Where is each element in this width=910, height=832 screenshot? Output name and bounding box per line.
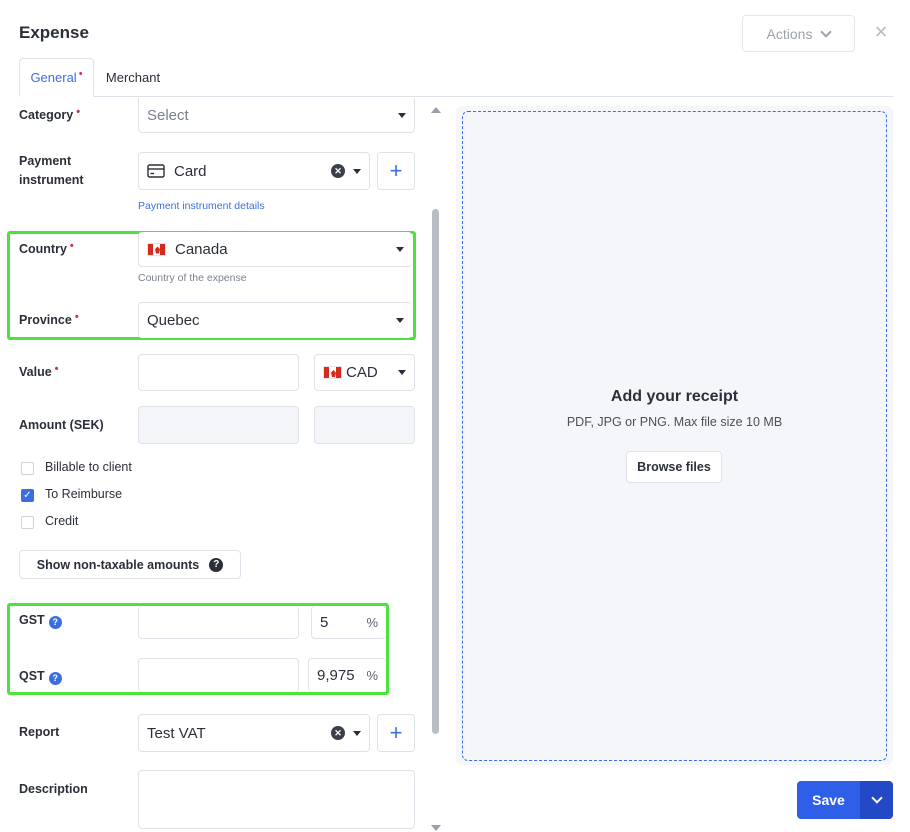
country-value: Canada	[175, 240, 228, 258]
check-icon: ✓	[23, 490, 32, 501]
currency-value: CAD	[346, 364, 378, 381]
description-textarea[interactable]	[138, 770, 415, 829]
payment-instrument-details-link[interactable]: Payment instrument details	[138, 200, 265, 212]
help-icon[interactable]: ?	[48, 672, 62, 685]
chevron-down-icon	[820, 25, 833, 38]
tabs-divider	[19, 96, 893, 97]
gst-rate: 5	[320, 613, 329, 631]
category-select[interactable]: Select	[138, 98, 415, 133]
show-non-taxable-button[interactable]: Show non-taxable amounts ?	[19, 550, 241, 579]
clear-icon[interactable]: ✕	[331, 726, 345, 740]
qst-label: QST?	[19, 667, 62, 686]
scroll-up-icon[interactable]	[431, 107, 441, 113]
close-icon[interactable]: ×	[871, 21, 891, 43]
tab-merchant[interactable]: Merchant	[96, 58, 170, 96]
caret-down-icon	[353, 730, 361, 736]
credit-checkbox[interactable]	[21, 516, 34, 529]
percent-unit: %	[366, 668, 378, 683]
amount-sek-label: Amount (SEK)	[19, 418, 104, 432]
currency-select[interactable]: CAD	[314, 354, 415, 391]
caret-down-icon	[396, 318, 404, 323]
to-reimburse-checkbox[interactable]: ✓	[21, 489, 34, 502]
help-icon[interactable]: ?	[48, 616, 62, 629]
description-label: Description	[19, 782, 88, 796]
canada-flag-icon	[147, 242, 166, 256]
province-label: Province •	[19, 311, 79, 327]
report-label: Report	[19, 725, 60, 739]
billable-label: Billable to client	[45, 460, 132, 474]
plus-icon: +	[389, 158, 403, 183]
qst-amount-input[interactable]	[138, 658, 299, 692]
payment-instrument-select[interactable]: Card ✕	[138, 152, 370, 190]
browse-files-button[interactable]: Browse files	[626, 451, 722, 483]
plus-icon: +	[389, 720, 403, 745]
amount-sek-secondary	[314, 406, 415, 444]
payment-instrument-value: Card	[174, 162, 207, 180]
canada-flag-icon	[323, 366, 342, 379]
value-label: Value •	[19, 363, 59, 379]
save-button[interactable]: Save	[797, 781, 860, 819]
page-title: Expense	[19, 23, 89, 42]
tab-merchant-label: Merchant	[105, 69, 161, 85]
country-select[interactable]: Canada	[138, 232, 412, 267]
caret-down-icon	[398, 370, 406, 375]
payment-instrument-label: Payment instrument	[19, 154, 84, 187]
report-select[interactable]: Test VAT ✕	[138, 714, 370, 752]
help-icon[interactable]: ?	[209, 557, 224, 572]
percent-unit: %	[366, 614, 378, 630]
category-placeholder: Select	[147, 106, 189, 124]
caret-down-icon	[398, 112, 406, 118]
show-non-taxable-label: Show non-taxable amounts	[36, 557, 200, 572]
credit-card-icon	[147, 164, 165, 178]
scroll-down-icon[interactable]	[431, 825, 441, 831]
receipt-title: Add your receipt	[610, 388, 739, 405]
gst-label: GST?	[19, 611, 62, 630]
actions-label: Actions	[766, 25, 813, 42]
province-select[interactable]: Quebec	[138, 302, 412, 338]
credit-label: Credit	[45, 514, 79, 528]
tab-general-label: General	[30, 70, 77, 85]
receipt-dropzone[interactable]	[462, 111, 887, 761]
country-hint: Country of the expense	[138, 272, 247, 284]
billable-checkbox[interactable]	[21, 462, 34, 475]
add-payment-instrument-button[interactable]: +	[377, 152, 415, 190]
qst-rate: 9,975	[317, 667, 355, 684]
amount-sek-input	[138, 406, 299, 444]
receipt-subtitle: PDF, JPG or PNG. Max file size 10 MB	[566, 415, 783, 429]
report-value: Test VAT	[147, 724, 206, 742]
clear-icon[interactable]: ✕	[331, 164, 345, 178]
province-value: Quebec	[147, 312, 200, 329]
caret-down-icon	[353, 168, 361, 174]
add-report-button[interactable]: +	[377, 714, 415, 752]
chevron-down-icon	[870, 792, 883, 804]
scrollbar-thumb[interactable]	[432, 209, 439, 734]
caret-down-icon	[396, 246, 404, 252]
save-options-button[interactable]	[860, 781, 893, 819]
tab-general[interactable]: General •	[19, 58, 94, 97]
gst-amount-input[interactable]	[138, 606, 299, 639]
category-label: Category •	[19, 106, 81, 122]
required-indicator: •	[78, 67, 83, 80]
country-label: Country •	[19, 240, 74, 256]
to-reimburse-label: To Reimburse	[45, 487, 123, 501]
value-input[interactable]	[138, 354, 299, 391]
qst-rate-input[interactable]: 9,975 %	[308, 658, 386, 692]
gst-rate-input[interactable]: 5 %	[311, 606, 386, 639]
actions-dropdown-button[interactable]: Actions	[742, 15, 855, 52]
